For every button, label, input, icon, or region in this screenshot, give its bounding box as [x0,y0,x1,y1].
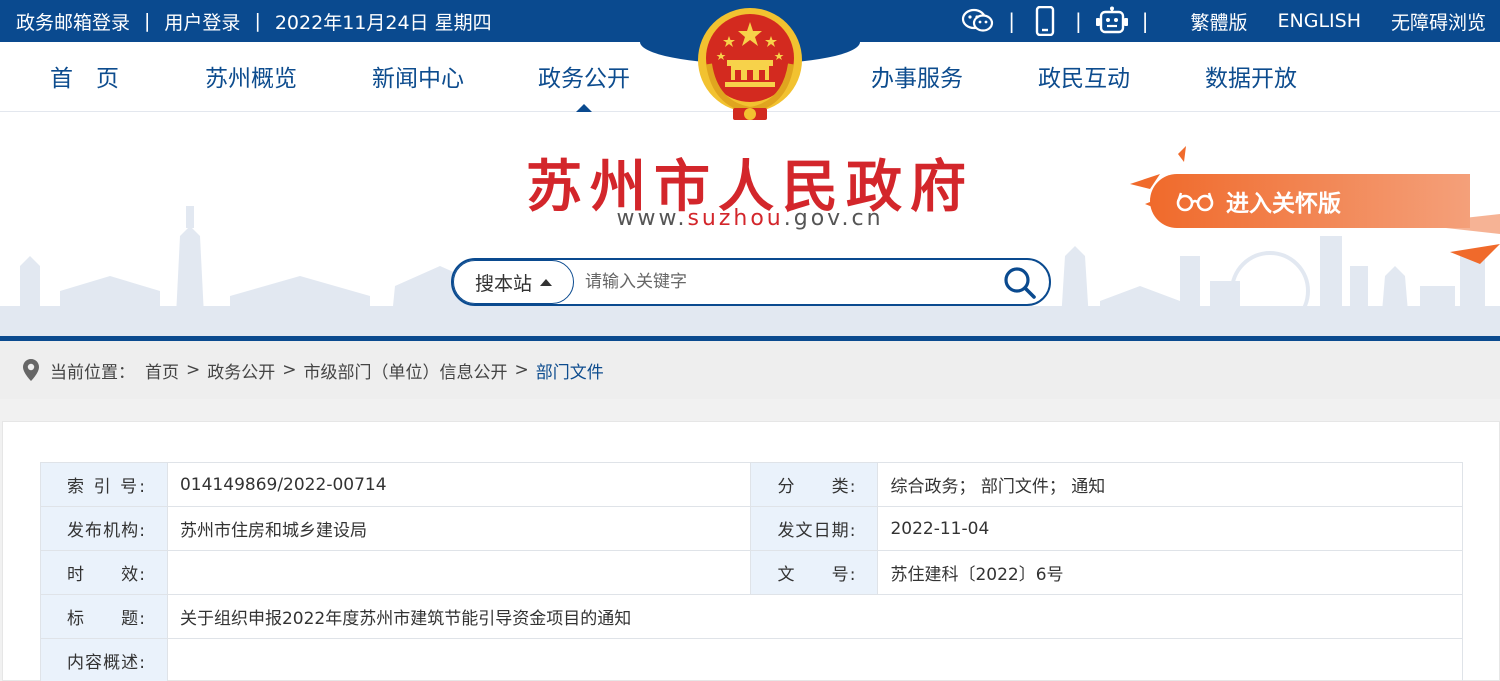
publisher-label: 发布机构: [40,506,168,551]
validity-value [166,550,752,595]
search-scope-label: 搜本站 [474,272,532,295]
breadcrumb-item-gov-affairs[interactable]: 政务公开 [207,358,275,383]
top-bar-left: 政务邮箱登录 | 用户登录 | 2022年11月24日 星期四 [16,0,492,42]
traditional-chinese-link[interactable]: 繁體版 [1190,8,1247,35]
user-login-link[interactable]: 用户登录 [164,8,240,35]
document-panel: 索 引 号: 014149869/2022-00714 分 类: 综合政务； 部… [2,421,1500,681]
summary-value [166,638,1464,681]
breadcrumb: 当前位置： 首页 > 政务公开 > 市级部门（单位）信息公开 > 部门文件 [0,341,1500,399]
search-scope-dropdown[interactable]: 搜本站 [453,260,574,304]
breadcrumb-item-city-departments[interactable]: 市级部门（单位）信息公开 [304,358,508,383]
breadcrumb-item-department-files[interactable]: 部门文件 [536,358,604,383]
national-emblem-icon [698,8,802,120]
table-row: 索 引 号: 014149869/2022-00714 分 类: 综合政务； 部… [40,462,1463,507]
current-date: 2022年11月24日 星期四 [274,11,492,34]
separator: | [1008,9,1015,33]
title-value: 关于组织申报2022年度苏州市建筑节能引导资金项目的通知 [166,594,1464,639]
table-row: 发布机构: 苏州市住房和城乡建设局 发文日期: 2022-11-04 [40,506,1463,551]
nav-item-interaction[interactable]: 政民互动 [1038,42,1130,112]
glasses-icon [1176,192,1214,212]
nav-item-home[interactable]: 首 页 [50,42,119,112]
nav-item-services[interactable]: 办事服务 [871,42,963,112]
care-version-label: 进入关怀版 [1226,191,1341,217]
nav-item-open-data[interactable]: 数据开放 [1205,42,1297,112]
breadcrumb-item-home[interactable]: 首页 [145,358,179,383]
table-row: 标 题: 关于组织申报2022年度苏州市建筑节能引导资金项目的通知 [40,594,1464,639]
separator: | [1074,9,1082,33]
title-label: 标 题: [40,594,168,639]
category-value: 综合政务； 部门文件； 通知 [877,462,1463,507]
summary-label: 内容概述: [40,638,168,681]
site-url-suffix: .gov.cn [783,206,884,231]
separator: | [254,10,261,32]
index-number-label: 索 引 号: [40,462,168,507]
validity-label: 时 效: [40,550,168,595]
breadcrumb-separator: > [514,360,529,380]
issue-date-label: 发文日期: [750,506,879,551]
caret-up-icon [540,278,552,286]
nav-item-news[interactable]: 新闻中心 [372,42,464,112]
site-banner: 苏州市人民政府 www.suzhou.gov.cn 进入关怀版 搜本站 [0,112,1500,336]
search-icon[interactable] [1003,266,1037,300]
category-label: 分 类: [750,462,879,507]
breadcrumb-separator: > [282,360,297,380]
wechat-icon[interactable] [960,6,996,36]
nav-item-gov-affairs[interactable]: 政务公开 [538,42,630,112]
site-url-prefix: www. [616,206,688,231]
publisher-value: 苏州市住房和城乡建设局 [166,506,752,551]
location-pin-icon [23,359,39,381]
document-number-value: 苏住建科〔2022〕6号 [877,550,1463,595]
index-number-value: 014149869/2022-00714 [166,462,752,507]
separator: | [1141,9,1149,33]
breadcrumb-separator: > [186,360,201,380]
table-row: 时 效: 文 号: 苏住建科〔2022〕6号 [40,550,1463,595]
document-metadata-table: 索 引 号: 014149869/2022-00714 分 类: 综合政务； 部… [40,462,1464,681]
site-url-domain: suzhou [687,206,784,231]
english-link[interactable]: ENGLISH [1278,10,1361,32]
document-number-label: 文 号: [750,550,879,595]
top-bar-right: | | | 繁體版 ENGLISH 无障碍浏览 [960,0,1486,42]
nav-item-overview[interactable]: 苏州概览 [205,42,297,112]
separator: | [144,10,151,32]
search-bar: 搜本站 [451,258,1051,306]
table-row: 内容概述: [40,638,1464,681]
accessible-browse-link[interactable]: 无障碍浏览 [1391,8,1486,35]
care-version-button[interactable]: 进入关怀版 [1150,174,1470,228]
robot-icon[interactable] [1094,6,1130,36]
issue-date-value: 2022-11-04 [877,506,1463,551]
search-input[interactable] [585,266,985,298]
breadcrumb-label: 当前位置： [50,362,135,383]
mail-login-link[interactable]: 政务邮箱登录 [16,8,130,35]
mobile-icon[interactable] [1027,6,1063,36]
